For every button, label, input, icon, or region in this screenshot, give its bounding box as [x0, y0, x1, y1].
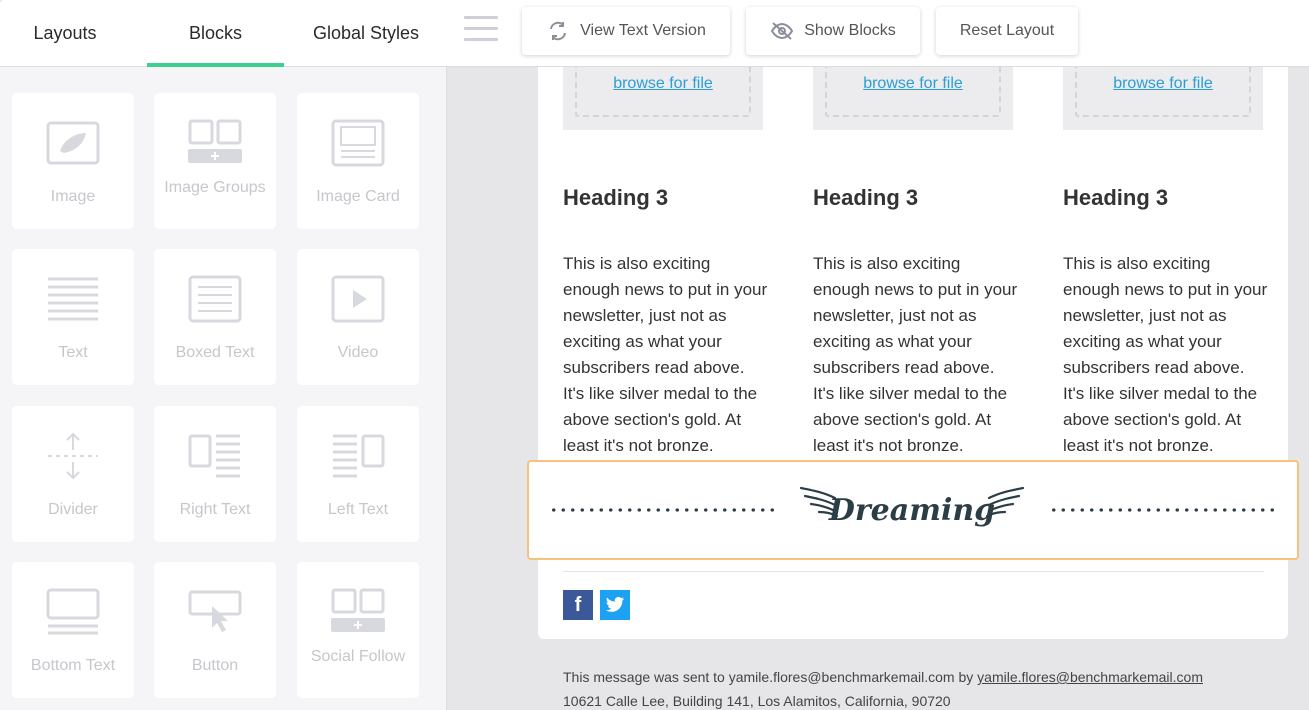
block-left-text[interactable]: Left Text [297, 406, 419, 542]
facebook-icon[interactable]: f [563, 590, 593, 620]
block-button[interactable]: Button [154, 562, 276, 698]
block-divider[interactable]: Divider [12, 406, 134, 542]
block-label: Boxed Text [175, 344, 255, 361]
refresh-icon [550, 21, 567, 41]
image-card-icon [331, 119, 385, 167]
divider-block-selected[interactable]: Dreaming [527, 460, 1299, 560]
show-blocks-button[interactable]: Show Blocks [746, 7, 920, 55]
browse-for-file-link[interactable]: browse for file [813, 75, 1013, 93]
left-text-icon [333, 434, 385, 478]
browse-for-file-link[interactable]: browse for file [563, 75, 763, 93]
footer-sent-text: This message was sent to yamile.flores@b… [563, 669, 978, 685]
block-label: Divider [48, 501, 98, 518]
footer-separator [563, 571, 1264, 572]
video-icon [331, 275, 385, 323]
top-bar: Layouts Blocks Global Styles View Text V… [0, 0, 1309, 67]
column-body[interactable]: This is also exciting enough news to put… [563, 251, 768, 459]
block-label: Image Card [316, 188, 400, 205]
block-label: Right Text [179, 501, 251, 518]
column-heading[interactable]: Heading 3 [1063, 185, 1168, 211]
sender-email-link[interactable]: yamile.flores@benchmarkemail.com [977, 669, 1203, 685]
browse-for-file-link[interactable]: browse for file [1063, 75, 1263, 93]
block-image-groups[interactable]: Image Groups [154, 93, 276, 229]
tab-blocks[interactable]: Blocks [147, 0, 284, 67]
block-label: Image Groups [164, 179, 266, 196]
block-label: Video [337, 344, 379, 361]
column-heading[interactable]: Heading 3 [813, 185, 918, 211]
column-body[interactable]: This is also exciting enough news to put… [1063, 251, 1268, 459]
right-text-icon [188, 434, 240, 478]
block-video[interactable]: Video [297, 249, 419, 385]
block-label: Button [191, 657, 239, 674]
block-label: Image [50, 188, 96, 205]
dotted-line-left [549, 508, 779, 512]
block-text[interactable]: Text [12, 249, 134, 385]
column-body[interactable]: This is also exciting enough news to put… [813, 251, 1018, 459]
block-label: Left Text [327, 501, 389, 518]
image-icon [46, 121, 100, 165]
dreaming-wings-logo: Dreaming [799, 486, 1025, 528]
dotted-line-right [1049, 508, 1279, 512]
block-label: Text [58, 344, 88, 361]
reset-layout-button[interactable]: Reset Layout [936, 7, 1078, 55]
show-blocks-label: Show Blocks [804, 22, 896, 39]
block-social-follow[interactable]: Social Follow [297, 562, 419, 698]
block-bottom-text[interactable]: Bottom Text [12, 562, 134, 698]
svg-text:Dreaming: Dreaming [828, 493, 995, 528]
view-text-version-label: View Text Version [580, 22, 706, 39]
twitter-bird-icon [605, 596, 625, 612]
block-label: Social Follow [310, 648, 406, 665]
image-groups-icon [188, 119, 242, 163]
block-image[interactable]: Image [12, 93, 134, 229]
eye-slash-icon [771, 22, 794, 40]
bottom-text-icon [46, 588, 100, 635]
block-label: Bottom Text [30, 657, 116, 674]
button-icon [188, 590, 242, 632]
block-right-text[interactable]: Right Text [154, 406, 276, 542]
divider-icon [48, 432, 98, 480]
block-image-card[interactable]: Image Card [297, 93, 419, 229]
footer-address: 10621 Calle Lee, Building 141, Los Alami… [563, 693, 951, 709]
tab-layouts[interactable]: Layouts [0, 0, 130, 66]
image-upload-placeholder[interactable]: or browse for file [1063, 67, 1263, 130]
twitter-icon[interactable] [600, 590, 630, 620]
blocks-sidebar: Image Image Groups Image Card Text Boxed… [0, 67, 447, 710]
menu-icon[interactable] [464, 16, 498, 46]
boxed-text-icon [188, 275, 242, 323]
social-follow-icon [331, 588, 385, 632]
view-text-version-button[interactable]: View Text Version [522, 7, 730, 55]
text-icon [48, 277, 98, 321]
email-canvas: or browse for file or browse for file or… [448, 67, 1309, 710]
image-upload-placeholder[interactable]: or browse for file [563, 67, 763, 130]
image-upload-placeholder[interactable]: or browse for file [813, 67, 1013, 130]
tab-global-styles[interactable]: Global Styles [290, 0, 442, 66]
footer-sent-line: This message was sent to yamile.flores@b… [563, 669, 1203, 685]
block-boxed-text[interactable]: Boxed Text [154, 249, 276, 385]
column-heading[interactable]: Heading 3 [563, 185, 668, 211]
